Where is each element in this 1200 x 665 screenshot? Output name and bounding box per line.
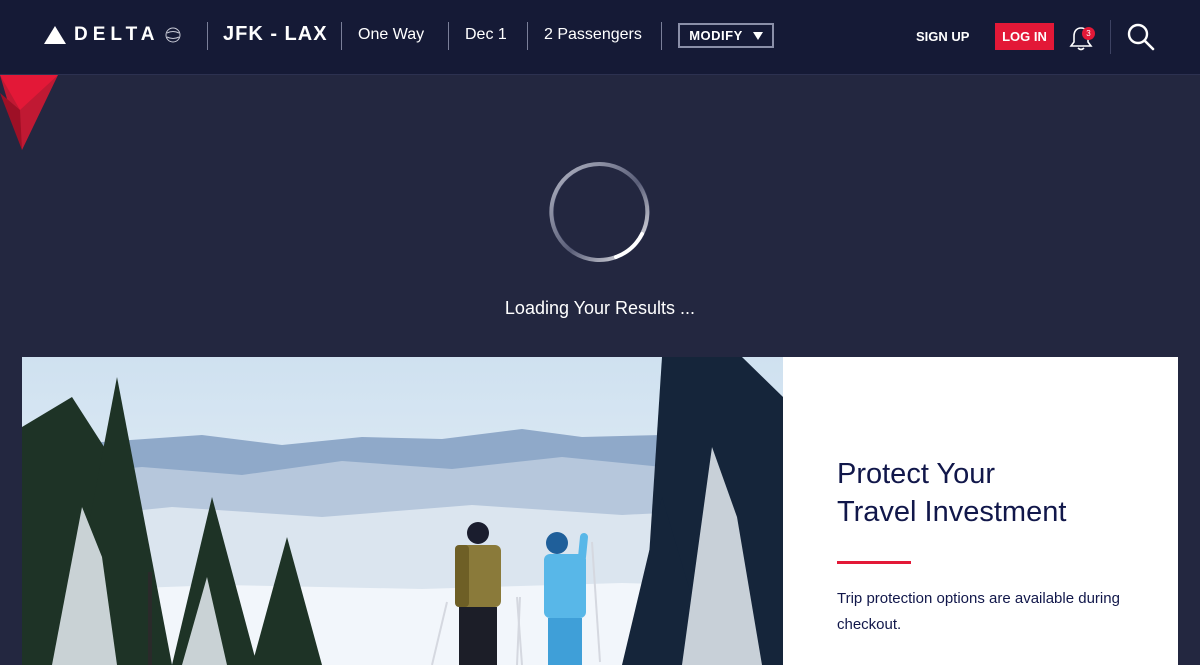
notification-badge: 3 bbox=[1082, 27, 1095, 40]
accent-rule bbox=[837, 561, 911, 564]
route-text: JFK - LAX bbox=[223, 23, 328, 45]
travel-date-text: Dec 1 bbox=[465, 26, 507, 43]
delta-widget-icon bbox=[0, 75, 58, 150]
skyteam-globe-icon bbox=[165, 27, 181, 43]
delta-wordmark: DELTA bbox=[74, 24, 160, 45]
promo-title-line-2: Travel Investment bbox=[837, 496, 1067, 528]
search-icon[interactable] bbox=[1126, 22, 1156, 52]
sign-up-link[interactable]: SIGN UP bbox=[916, 29, 969, 44]
trip-type-text: One Way bbox=[358, 26, 425, 43]
loading-spinner bbox=[549, 162, 650, 262]
ski-promo-image bbox=[22, 357, 783, 665]
promo-title: Protect Your Travel Investment bbox=[837, 455, 1137, 531]
log-in-button[interactable]: LOG IN bbox=[995, 23, 1054, 50]
passenger-count-text: 2 Passengers bbox=[544, 26, 642, 43]
divider bbox=[527, 22, 528, 50]
trip-protection-promo-panel: Protect Your Travel Investment Trip prot… bbox=[783, 357, 1178, 665]
divider bbox=[661, 22, 662, 50]
divider bbox=[341, 22, 342, 50]
divider bbox=[207, 22, 208, 50]
promo-body-text: Trip protection options are available du… bbox=[837, 590, 1120, 633]
promo-title-line-1: Protect Your bbox=[837, 458, 995, 490]
delta-triangle-icon bbox=[44, 26, 66, 44]
top-navigation-bar: DELTA JFK - LAX One Way Dec 1 2 Passenge… bbox=[0, 0, 1200, 75]
divider bbox=[1110, 20, 1111, 54]
modify-label: MODIFY bbox=[689, 28, 743, 43]
divider bbox=[448, 22, 449, 50]
loading-results-text: Loading Your Results ... bbox=[504, 298, 696, 318]
modify-search-button[interactable]: MODIFY bbox=[678, 23, 774, 48]
delta-logo[interactable]: DELTA bbox=[44, 24, 182, 46]
caret-down-icon bbox=[752, 31, 763, 40]
